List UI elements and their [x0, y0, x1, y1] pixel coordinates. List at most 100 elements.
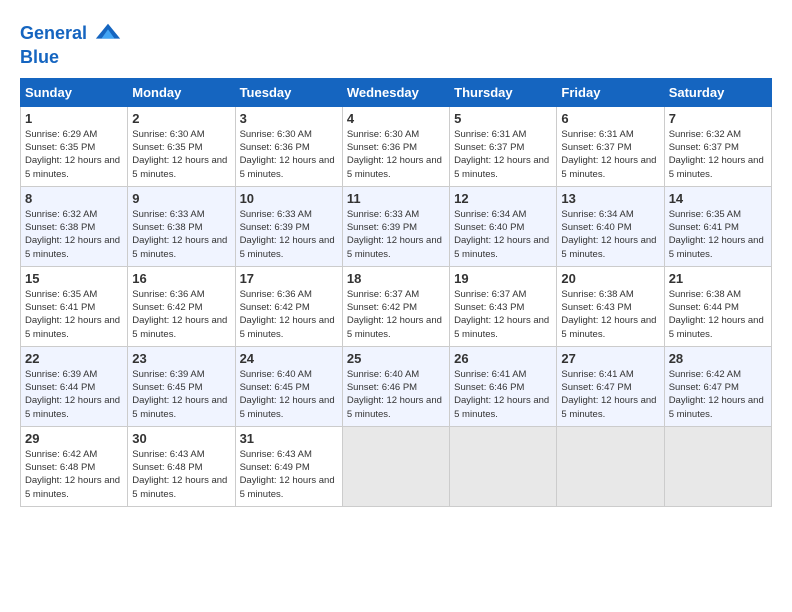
- calendar-cell: 14 Sunrise: 6:35 AMSunset: 6:41 PMDayligh…: [664, 186, 771, 266]
- week-row-2: 8 Sunrise: 6:32 AMSunset: 6:38 PMDaylight…: [21, 186, 772, 266]
- day-info: Sunrise: 6:41 AMSunset: 6:47 PMDaylight:…: [561, 368, 659, 421]
- logo: General Blue: [20, 20, 122, 68]
- day-number: 29: [25, 431, 123, 446]
- calendar-cell: 4 Sunrise: 6:30 AMSunset: 6:36 PMDaylight…: [342, 106, 449, 186]
- day-number: 25: [347, 351, 445, 366]
- day-number: 10: [240, 191, 338, 206]
- day-info: Sunrise: 6:38 AMSunset: 6:44 PMDaylight:…: [669, 288, 767, 341]
- day-info: Sunrise: 6:30 AMSunset: 6:36 PMDaylight:…: [347, 128, 445, 181]
- logo-text-general: General: [20, 23, 87, 43]
- day-info: Sunrise: 6:33 AMSunset: 6:38 PMDaylight:…: [132, 208, 230, 261]
- col-header-tuesday: Tuesday: [235, 78, 342, 106]
- calendar-cell: [664, 426, 771, 506]
- day-info: Sunrise: 6:35 AMSunset: 6:41 PMDaylight:…: [25, 288, 123, 341]
- day-info: Sunrise: 6:32 AMSunset: 6:38 PMDaylight:…: [25, 208, 123, 261]
- calendar-cell: 13 Sunrise: 6:34 AMSunset: 6:40 PMDayligh…: [557, 186, 664, 266]
- day-number: 30: [132, 431, 230, 446]
- calendar-cell: 2 Sunrise: 6:30 AMSunset: 6:35 PMDaylight…: [128, 106, 235, 186]
- calendar-cell: 16 Sunrise: 6:36 AMSunset: 6:42 PMDayligh…: [128, 266, 235, 346]
- col-header-wednesday: Wednesday: [342, 78, 449, 106]
- calendar-cell: 17 Sunrise: 6:36 AMSunset: 6:42 PMDayligh…: [235, 266, 342, 346]
- calendar-cell: 27 Sunrise: 6:41 AMSunset: 6:47 PMDayligh…: [557, 346, 664, 426]
- calendar-cell: 10 Sunrise: 6:33 AMSunset: 6:39 PMDayligh…: [235, 186, 342, 266]
- day-number: 7: [669, 111, 767, 126]
- day-info: Sunrise: 6:42 AMSunset: 6:47 PMDaylight:…: [669, 368, 767, 421]
- calendar-cell: 28 Sunrise: 6:42 AMSunset: 6:47 PMDayligh…: [664, 346, 771, 426]
- week-row-1: 1 Sunrise: 6:29 AMSunset: 6:35 PMDaylight…: [21, 106, 772, 186]
- calendar-cell: 6 Sunrise: 6:31 AMSunset: 6:37 PMDaylight…: [557, 106, 664, 186]
- day-number: 19: [454, 271, 552, 286]
- day-info: Sunrise: 6:35 AMSunset: 6:41 PMDaylight:…: [669, 208, 767, 261]
- calendar-cell: 30 Sunrise: 6:43 AMSunset: 6:48 PMDayligh…: [128, 426, 235, 506]
- calendar-cell: 31 Sunrise: 6:43 AMSunset: 6:49 PMDayligh…: [235, 426, 342, 506]
- calendar-cell: 8 Sunrise: 6:32 AMSunset: 6:38 PMDaylight…: [21, 186, 128, 266]
- calendar-cell: 23Sunrise: 6:39 AMSunset: 6:45 PMDayligh…: [128, 346, 235, 426]
- day-number: 28: [669, 351, 767, 366]
- calendar-cell: 21 Sunrise: 6:38 AMSunset: 6:44 PMDayligh…: [664, 266, 771, 346]
- calendar-cell: 18 Sunrise: 6:37 AMSunset: 6:42 PMDayligh…: [342, 266, 449, 346]
- calendar-cell: 19 Sunrise: 6:37 AMSunset: 6:43 PMDayligh…: [450, 266, 557, 346]
- day-number: 20: [561, 271, 659, 286]
- day-number: 11: [347, 191, 445, 206]
- day-number: 3: [240, 111, 338, 126]
- logo-text-blue: Blue: [20, 48, 122, 68]
- day-number: 24: [240, 351, 338, 366]
- day-info: Sunrise: 6:41 AMSunset: 6:46 PMDaylight:…: [454, 368, 552, 421]
- calendar-cell: 3Sunrise: 6:30 AMSunset: 6:36 PMDaylight…: [235, 106, 342, 186]
- week-row-4: 22 Sunrise: 6:39 AMSunset: 6:44 PMDayligh…: [21, 346, 772, 426]
- day-info: Sunrise: 6:37 AMSunset: 6:43 PMDaylight:…: [454, 288, 552, 341]
- day-info: Sunrise: 6:30 AMSunset: 6:35 PMDaylight:…: [132, 128, 230, 181]
- logo-icon: [94, 20, 122, 48]
- day-info: Sunrise: 6:34 AMSunset: 6:40 PMDaylight:…: [561, 208, 659, 261]
- day-number: 15: [25, 271, 123, 286]
- day-number: 27: [561, 351, 659, 366]
- day-number: 13: [561, 191, 659, 206]
- day-info: Sunrise: 6:34 AMSunset: 6:40 PMDaylight:…: [454, 208, 552, 261]
- day-info: Sunrise: 6:36 AMSunset: 6:42 PMDaylight:…: [132, 288, 230, 341]
- day-number: 31: [240, 431, 338, 446]
- day-number: 2: [132, 111, 230, 126]
- day-number: 16: [132, 271, 230, 286]
- calendar-cell: 12Sunrise: 6:34 AMSunset: 6:40 PMDayligh…: [450, 186, 557, 266]
- calendar-cell: 11 Sunrise: 6:33 AMSunset: 6:39 PMDayligh…: [342, 186, 449, 266]
- day-number: 6: [561, 111, 659, 126]
- day-info: Sunrise: 6:33 AMSunset: 6:39 PMDaylight:…: [240, 208, 338, 261]
- calendar-cell: [342, 426, 449, 506]
- day-info: Sunrise: 6:37 AMSunset: 6:42 PMDaylight:…: [347, 288, 445, 341]
- day-number: 17: [240, 271, 338, 286]
- col-header-friday: Friday: [557, 78, 664, 106]
- calendar-cell: 15 Sunrise: 6:35 AMSunset: 6:41 PMDayligh…: [21, 266, 128, 346]
- day-info: Sunrise: 6:36 AMSunset: 6:42 PMDaylight:…: [240, 288, 338, 341]
- day-number: 14: [669, 191, 767, 206]
- calendar-cell: 1 Sunrise: 6:29 AMSunset: 6:35 PMDaylight…: [21, 106, 128, 186]
- day-info: Sunrise: 6:43 AMSunset: 6:49 PMDaylight:…: [240, 448, 338, 501]
- day-number: 1: [25, 111, 123, 126]
- calendar-cell: 5 Sunrise: 6:31 AMSunset: 6:37 PMDaylight…: [450, 106, 557, 186]
- day-number: 5: [454, 111, 552, 126]
- calendar-cell: 29 Sunrise: 6:42 AMSunset: 6:48 PMDayligh…: [21, 426, 128, 506]
- day-info: Sunrise: 6:31 AMSunset: 6:37 PMDaylight:…: [454, 128, 552, 181]
- col-header-thursday: Thursday: [450, 78, 557, 106]
- day-number: 22: [25, 351, 123, 366]
- day-info: Sunrise: 6:31 AMSunset: 6:37 PMDaylight:…: [561, 128, 659, 181]
- col-header-monday: Monday: [128, 78, 235, 106]
- day-info: Sunrise: 6:29 AMSunset: 6:35 PMDaylight:…: [25, 128, 123, 181]
- calendar-cell: 9Sunrise: 6:33 AMSunset: 6:38 PMDaylight…: [128, 186, 235, 266]
- day-info: Sunrise: 6:32 AMSunset: 6:37 PMDaylight:…: [669, 128, 767, 181]
- calendar-cell: 7 Sunrise: 6:32 AMSunset: 6:37 PMDaylight…: [664, 106, 771, 186]
- day-number: 18: [347, 271, 445, 286]
- day-number: 4: [347, 111, 445, 126]
- day-info: Sunrise: 6:42 AMSunset: 6:48 PMDaylight:…: [25, 448, 123, 501]
- day-number: 8: [25, 191, 123, 206]
- calendar-table: SundayMondayTuesdayWednesdayThursdayFrid…: [20, 78, 772, 507]
- calendar-header-row: SundayMondayTuesdayWednesdayThursdayFrid…: [21, 78, 772, 106]
- day-number: 21: [669, 271, 767, 286]
- col-header-sunday: Sunday: [21, 78, 128, 106]
- day-info: Sunrise: 6:39 AMSunset: 6:44 PMDaylight:…: [25, 368, 123, 421]
- day-info: Sunrise: 6:40 AMSunset: 6:46 PMDaylight:…: [347, 368, 445, 421]
- page-header: General Blue: [20, 20, 772, 68]
- day-info: Sunrise: 6:40 AMSunset: 6:45 PMDaylight:…: [240, 368, 338, 421]
- week-row-5: 29 Sunrise: 6:42 AMSunset: 6:48 PMDayligh…: [21, 426, 772, 506]
- day-info: Sunrise: 6:43 AMSunset: 6:48 PMDaylight:…: [132, 448, 230, 501]
- day-info: Sunrise: 6:33 AMSunset: 6:39 PMDaylight:…: [347, 208, 445, 261]
